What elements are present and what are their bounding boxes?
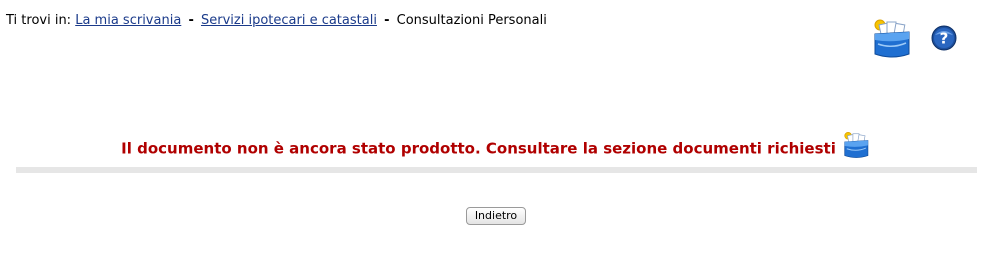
breadcrumb-current: Consultazioni Personali xyxy=(396,13,547,28)
help-icon: ? xyxy=(931,25,957,51)
requested-documents-link[interactable] xyxy=(842,131,872,161)
divider xyxy=(16,167,977,173)
document-box-icon xyxy=(874,19,910,58)
breadcrumb-link-scrivania[interactable]: La mia scrivania xyxy=(75,13,181,28)
svg-text:?: ? xyxy=(940,30,949,48)
status-message: Il documento non è ancora stato prodotto… xyxy=(0,131,993,164)
breadcrumb: Ti trovi in: La mia scrivania - Servizi … xyxy=(6,13,547,28)
breadcrumb-prefix: Ti trovi in: xyxy=(6,13,72,28)
help-button[interactable]: ? xyxy=(931,25,957,51)
document-box-icon xyxy=(844,132,869,158)
status-message-text: Il documento non è ancora stato prodotto… xyxy=(121,139,836,158)
breadcrumb-separator: - xyxy=(188,13,194,28)
breadcrumb-separator: - xyxy=(384,13,390,28)
requested-documents-button[interactable] xyxy=(871,18,915,62)
toolbar: ? xyxy=(871,18,957,62)
page: Ti trovi in: La mia scrivania - Servizi … xyxy=(0,0,993,277)
breadcrumb-link-servizi[interactable]: Servizi ipotecari e catastali xyxy=(201,13,377,28)
back-button[interactable]: Indietro xyxy=(466,207,526,225)
